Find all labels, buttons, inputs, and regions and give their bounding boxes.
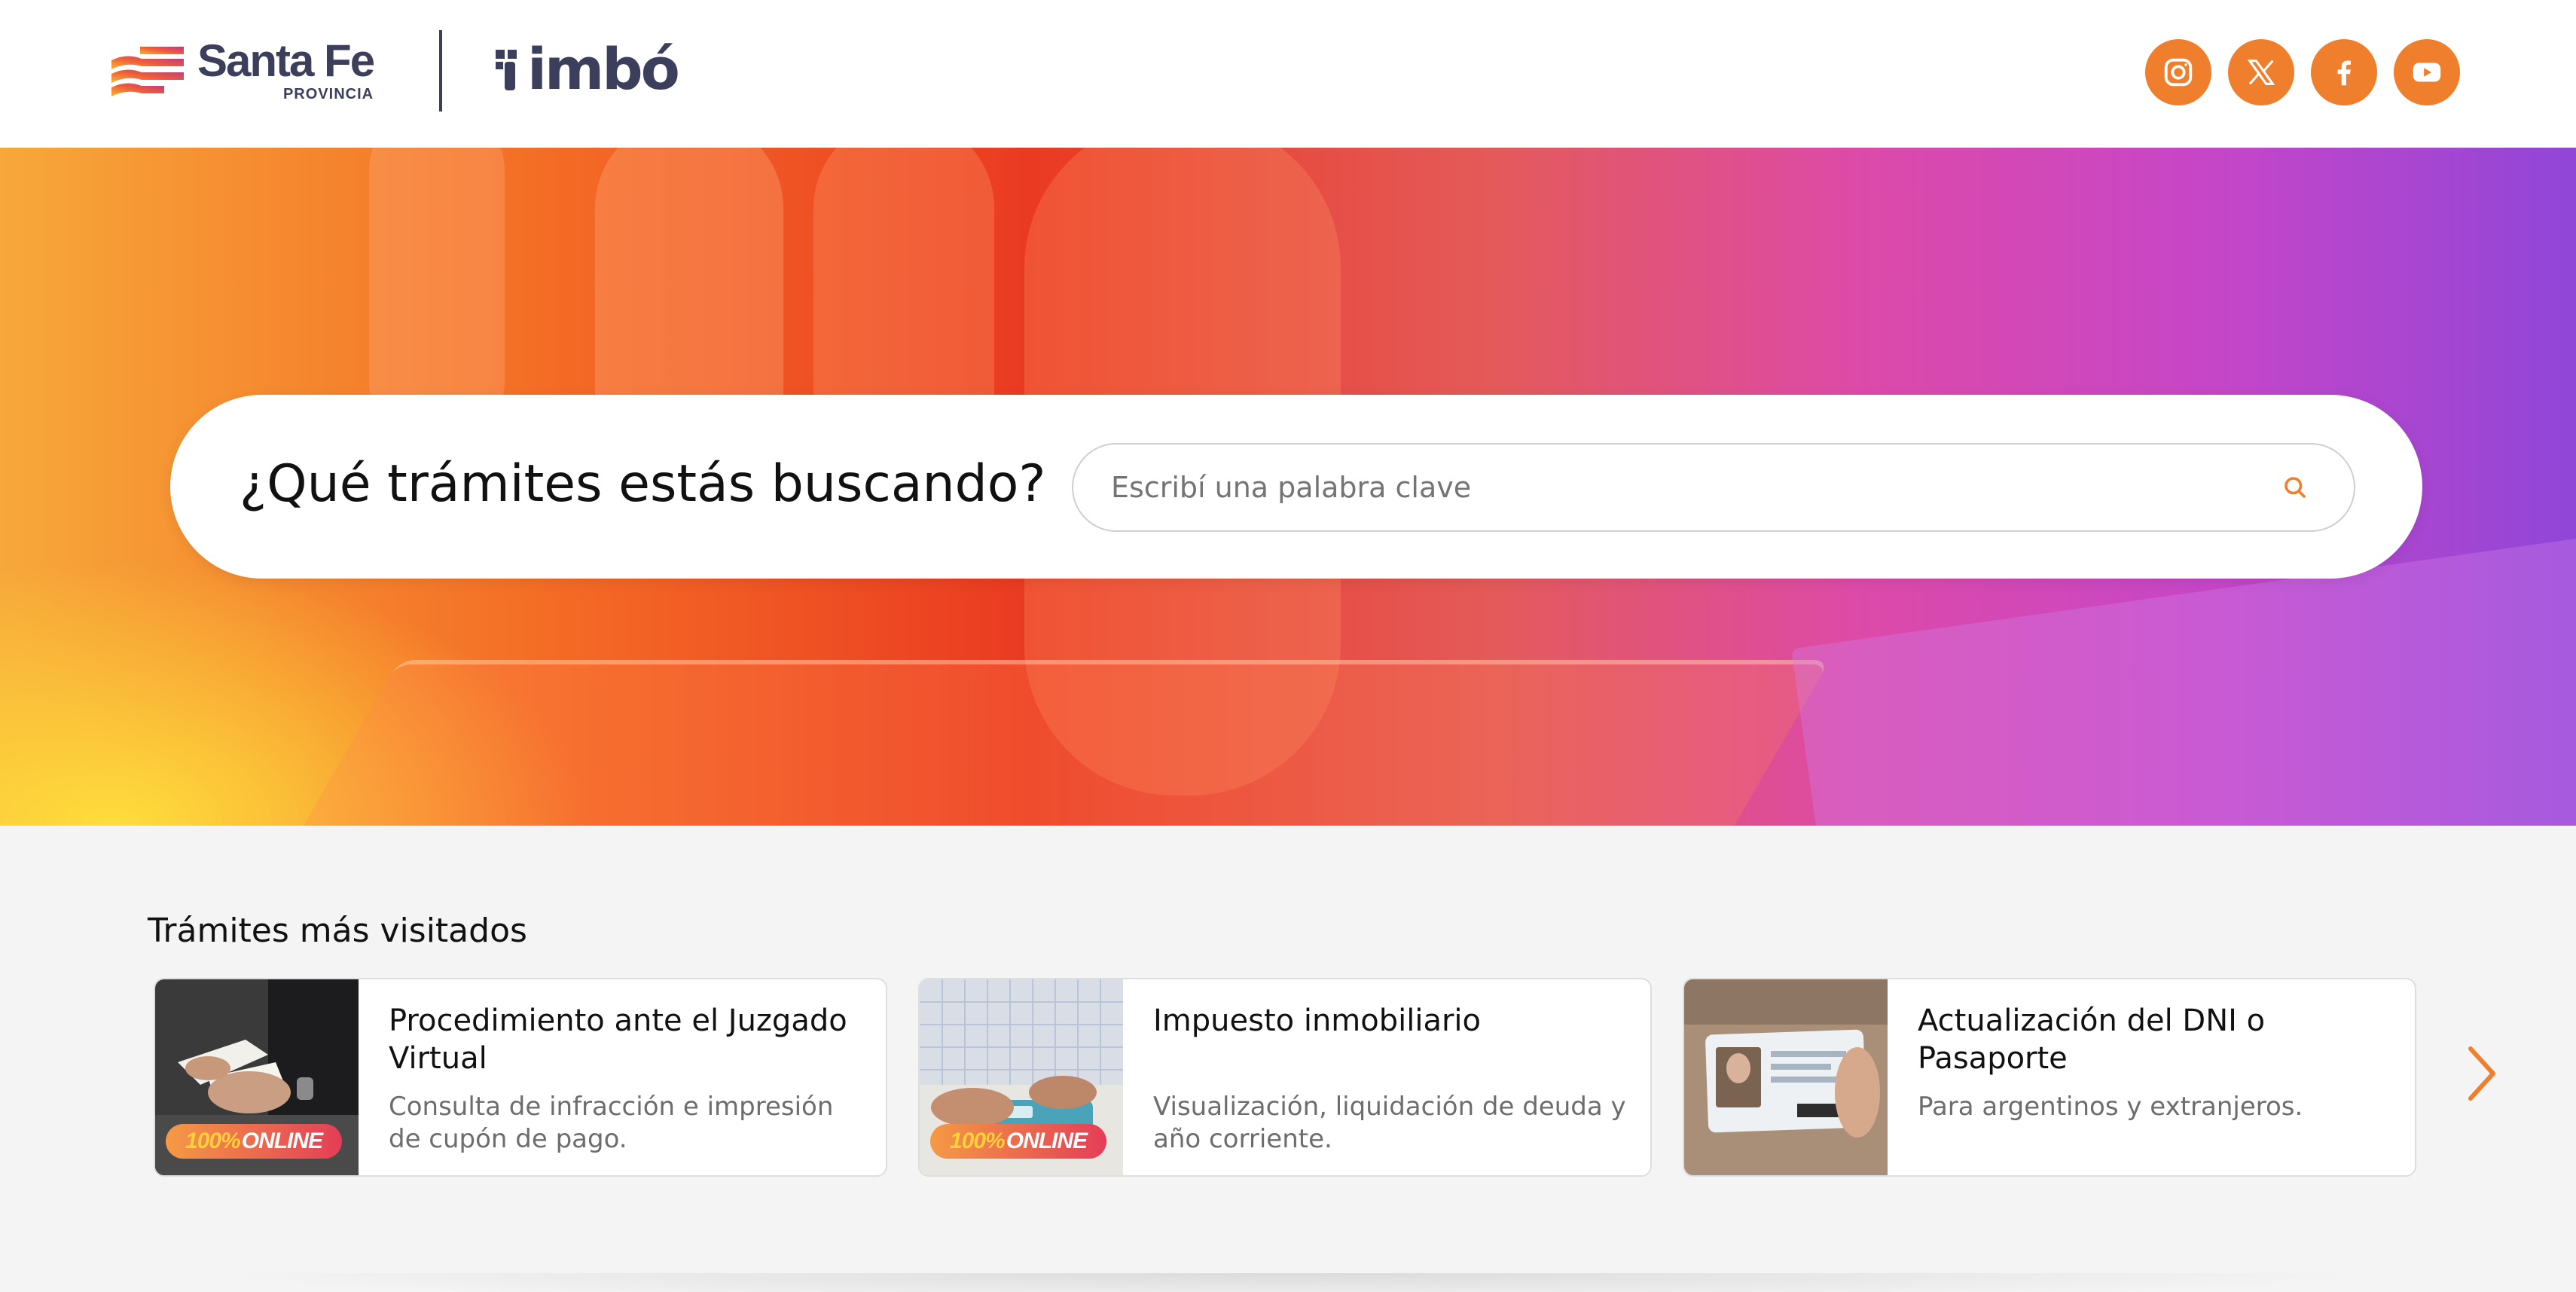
card-description: Para argentinos y extranjeros.	[1918, 1092, 2303, 1122]
online-badge: 100% ONLINE	[930, 1124, 1107, 1159]
badge-label: ONLINE	[241, 1129, 323, 1153]
online-badge: 100% ONLINE	[166, 1124, 343, 1159]
card-title: Procedimiento ante el Juzgado Virtual	[389, 1003, 847, 1076]
hero-background-tablet	[233, 660, 1830, 826]
card-image-id-card	[1684, 979, 1888, 1175]
procedure-card[interactable]: 100% ONLINE Impuesto inmobiliario Visual…	[918, 978, 1652, 1177]
site-header: Santa Fe PROVINCIA imbó	[0, 0, 2576, 148]
search-heading: ¿Qué trámites estás buscando?	[240, 454, 1046, 514]
card-image-calculator: 100% ONLINE	[920, 979, 1123, 1175]
santa-fe-flag-icon	[111, 47, 184, 96]
brand-subtitle: PROVINCIA	[282, 86, 374, 102]
search-icon[interactable]	[2281, 474, 2309, 501]
section-bottom-shadow	[196, 1273, 2380, 1292]
search-input[interactable]	[1111, 471, 2281, 504]
facebook-icon	[2337, 60, 2352, 86]
procedure-card[interactable]: Actualización del DNI o Pasaporte Para a…	[1683, 978, 2416, 1177]
youtube-button[interactable]	[2394, 39, 2460, 105]
badge-percent: 100%	[185, 1129, 241, 1153]
card-description: Visualización, liquidación de deuda y añ…	[1153, 1092, 1626, 1154]
brand-name: Santa Fe	[197, 35, 375, 86]
card-title: Impuesto inmobiliario	[1153, 1003, 1481, 1038]
card-description: Consulta de infracción e impresión de cu…	[389, 1092, 834, 1154]
x-twitter-button[interactable]	[2228, 39, 2294, 105]
santa-fe-logo[interactable]: Santa Fe PROVINCIA	[111, 38, 383, 105]
procedure-card[interactable]: 100% ONLINE Procedimiento ante el Juzgad…	[154, 978, 887, 1177]
search-box[interactable]	[1072, 443, 2355, 532]
badge-label: ONLINE	[1006, 1129, 1088, 1153]
card-title: Actualización del DNI o Pasaporte	[1918, 1003, 2266, 1076]
carousel-next-chevron-icon[interactable]	[2458, 1040, 2504, 1107]
facebook-button[interactable]	[2311, 39, 2377, 105]
x-icon	[2247, 60, 2275, 85]
instagram-icon	[2164, 58, 2193, 87]
logo-divider	[439, 30, 442, 111]
instagram-button[interactable]	[2145, 39, 2211, 105]
timbo-t-mark-icon	[496, 50, 517, 90]
youtube-icon	[2413, 63, 2441, 82]
timbo-logo[interactable]: imbó	[494, 35, 680, 102]
social-links	[2145, 39, 2460, 105]
product-name: imbó	[527, 35, 680, 102]
badge-percent: 100%	[950, 1129, 1006, 1153]
most-visited-title: Trámites más visitados	[148, 912, 527, 950]
card-image-traffic-ticket: 100% ONLINE	[155, 979, 359, 1175]
